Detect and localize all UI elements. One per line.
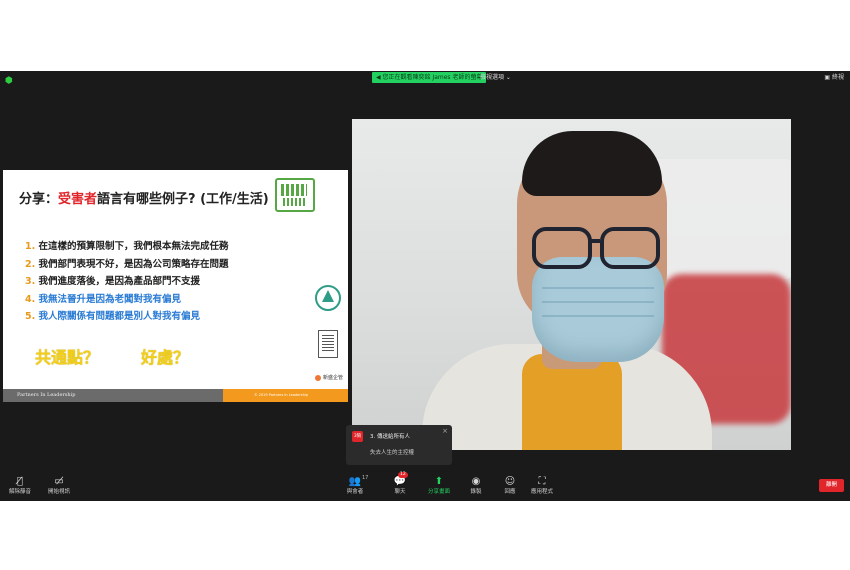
participants-button[interactable]: 👥 17 與會者	[340, 475, 370, 496]
list-item: 5. 我人際關係有問題都是別人對我有偏見	[25, 311, 201, 323]
microphone-muted-icon: 🎙̸	[16, 476, 23, 487]
chat-badge: 12	[398, 472, 408, 478]
reactions-button[interactable]: ☺ 回應	[501, 476, 519, 496]
chat-notification[interactable]: 3筒 3. 傳送給所有人 失去人生的主控權 ×	[346, 425, 452, 465]
leave-button[interactable]: 離開	[819, 479, 844, 492]
close-icon[interactable]: ×	[442, 427, 448, 435]
triangle-circle-icon	[315, 285, 341, 311]
company-logo: 新盛企管	[315, 374, 343, 381]
reactions-icon: ☺	[504, 476, 516, 487]
apps-icon: ⛶	[538, 476, 546, 487]
chat-message: 失去人生的主控權	[370, 450, 415, 456]
slide-title: 分享：受害者語言有哪些例子? (工作/生活)	[19, 188, 269, 207]
shared-slide: 分享：受害者語言有哪些例子? (工作/生活) 1. 在這樣的預算限制下，我們根本…	[3, 170, 348, 402]
speaker-video[interactable]	[352, 119, 791, 450]
footer-copyright: © 2019 Partners In Leadership	[254, 393, 308, 397]
chat-avatar: 3筒	[352, 431, 363, 442]
chat-title: 3. 傳送給所有人	[370, 434, 410, 440]
shield-icon[interactable]: ⬢	[5, 77, 13, 86]
start-video-button[interactable]: ▭̸ 開始視訊	[44, 476, 74, 496]
screen-share-banner[interactable]: ◀ 您正在觀看陳奕銘 James 老師的螢幕	[372, 72, 487, 83]
slide-title-highlight: 受害者	[58, 192, 98, 207]
share-screen-button[interactable]: ⬆ 分享畫面	[425, 476, 453, 496]
slide-title-prefix: 分享：	[19, 192, 59, 207]
example-list: 1. 在這樣的預算限制下，我們根本無法完成任務 2. 我們部門表現不好，是因為公…	[25, 238, 229, 326]
zoom-meeting-window: ⬢ ◀ 您正在觀看陳奕銘 James 老師的螢幕 檢視選項 ⌄ ▣ 終視 分享：…	[0, 71, 850, 501]
document-icon	[318, 330, 338, 358]
camera-off-icon: ▭̸	[54, 476, 64, 487]
list-item: 2. 我們部門表現不好，是因為公司策略存在問題	[25, 258, 229, 270]
slide-title-suffix: 語言有哪些例子? (工作/生活)	[97, 192, 269, 207]
highlight-common: 共通點？	[35, 348, 100, 367]
view-options-button[interactable]: 檢視選項 ⌄	[480, 72, 511, 83]
highlight-benefit: 好處？	[141, 348, 190, 367]
record-icon: ◉	[471, 476, 481, 487]
share-screen-icon: ⬆	[434, 476, 444, 487]
apps-button[interactable]: ⛶ 應用程式	[529, 476, 555, 496]
fullscreen-button[interactable]: ▣ 終視	[824, 72, 844, 83]
unmute-button[interactable]: 🎙̸ 解除靜音	[6, 476, 34, 496]
list-item: 3. 我們進度落後，是因為產品部門不支援	[25, 276, 201, 288]
slide-footer: Partners In Leadership © 2019 Partners I…	[3, 389, 348, 402]
list-item: 1. 在這樣的預算限制下，我們根本無法完成任務	[25, 241, 229, 252]
chat-button[interactable]: 💬 12 聊天	[390, 472, 410, 496]
record-button[interactable]: ◉ 錄製	[468, 476, 484, 496]
participants-count: 17	[362, 475, 369, 481]
list-item: 4. 我無法晉升是因為老闆對我有偏見	[25, 293, 182, 305]
footer-brand: Partners In Leadership	[17, 392, 76, 398]
keyboard-hands-icon	[275, 178, 315, 212]
